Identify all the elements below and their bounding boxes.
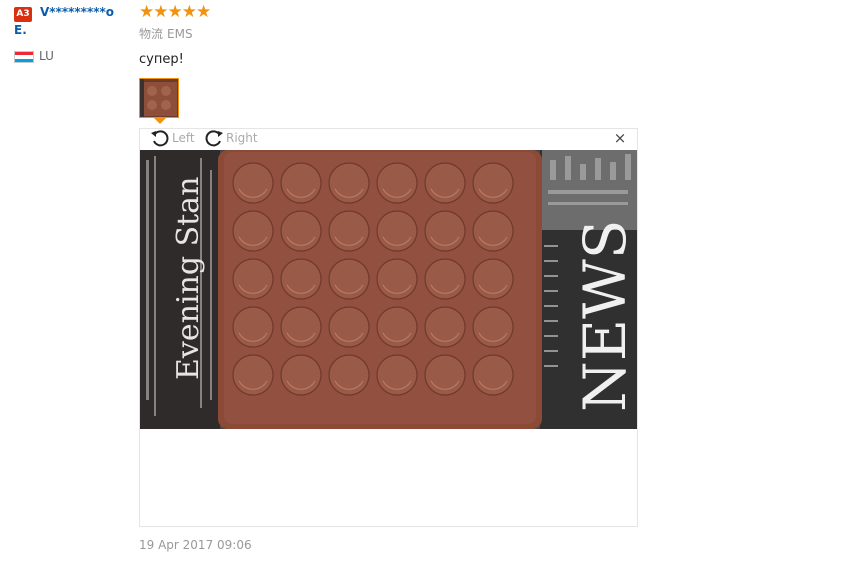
user-level-badge: A3 [14, 7, 32, 22]
logistics-label: 物流 [139, 27, 164, 41]
rotate-left-button[interactable]: Left [150, 128, 195, 148]
rotate-right-icon [205, 130, 223, 147]
thumbnail-pointer [154, 118, 166, 124]
rotate-left-label: Left [172, 131, 195, 145]
logistics-info: 物流 EMS [139, 26, 193, 43]
photo-newspaper-left-text: Evening Stan [171, 177, 206, 380]
review-date: 19 Apr 2017 09:06 [139, 538, 252, 552]
photo-newspaper-right-text: NEWS [571, 220, 637, 412]
user-name-continued[interactable]: E. [14, 22, 27, 39]
luxembourg-flag-icon [14, 51, 34, 63]
user-name[interactable]: V*********o [40, 4, 132, 21]
rotate-right-button[interactable]: Right [204, 128, 258, 148]
review-photo-thumbnail[interactable] [139, 78, 179, 118]
close-icon[interactable]: × [613, 131, 627, 146]
review-text: супер! [139, 52, 184, 67]
review-photo: Evening Stan NEWS [140, 150, 637, 429]
rotate-left-icon [151, 130, 169, 147]
rotate-right-label: Right [226, 131, 258, 145]
logistics-value: EMS [167, 27, 193, 41]
user-country: LU [39, 49, 54, 63]
rating-stars: ★★★★★ [139, 2, 211, 22]
